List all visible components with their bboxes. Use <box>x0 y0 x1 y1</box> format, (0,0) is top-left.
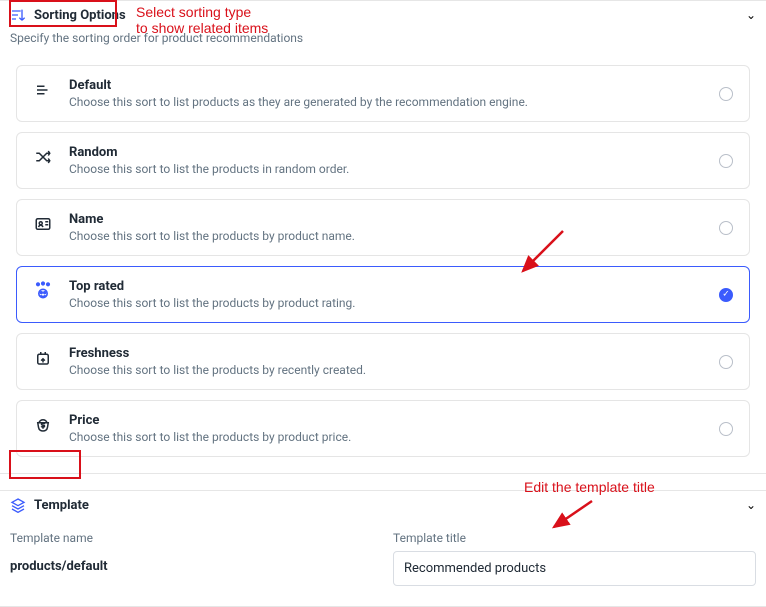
radio-unchecked-icon <box>719 154 733 168</box>
sort-option-default[interactable]: Default Choose this sort to list product… <box>16 65 750 122</box>
shuffle-icon <box>33 147 53 167</box>
freshness-icon <box>33 348 53 368</box>
chevron-down-icon: ⌄ <box>746 8 756 22</box>
sort-option-name[interactable]: Name Choose this sort to list the produc… <box>16 199 750 256</box>
option-desc: Choose this sort to list the products by… <box>69 430 351 444</box>
sort-option-price[interactable]: Price Choose this sort to list the produ… <box>16 400 750 457</box>
sorting-options-header[interactable]: Sorting Options ⌄ <box>0 1 766 29</box>
template-name-field: Template name products/default <box>10 531 373 586</box>
option-title: Name <box>69 212 355 227</box>
name-card-icon <box>33 214 53 234</box>
sorting-options-title: Sorting Options <box>34 8 126 23</box>
sort-option-freshness[interactable]: Freshness Choose this sort to list the p… <box>16 333 750 390</box>
template-header[interactable]: Template ⌄ <box>0 491 766 519</box>
option-desc: Choose this sort to list the products by… <box>69 296 355 310</box>
radio-unchecked-icon <box>719 221 733 235</box>
default-sort-icon <box>33 80 53 100</box>
option-title: Random <box>69 145 349 160</box>
option-desc: Choose this sort to list the products by… <box>69 363 366 377</box>
radio-unchecked-icon <box>719 422 733 436</box>
sorting-options-description: Specify the sorting order for product re… <box>0 29 766 55</box>
option-desc: Choose this sort to list the products by… <box>69 229 355 243</box>
radio-unchecked-icon <box>719 87 733 101</box>
chevron-down-icon: ⌄ <box>746 498 756 512</box>
option-desc: Choose this sort to list the products in… <box>69 162 349 176</box>
sort-option-top-rated[interactable]: Top rated Choose this sort to list the p… <box>16 266 750 323</box>
template-panel: Template ⌄ Template name products/defaul… <box>0 490 766 607</box>
sort-option-random[interactable]: Random Choose this sort to list the prod… <box>16 132 750 189</box>
template-title: Template <box>34 498 89 513</box>
template-title-input[interactable] <box>393 551 756 586</box>
option-title: Default <box>69 78 528 93</box>
option-title: Price <box>69 413 351 428</box>
sorting-options-panel: Sorting Options ⌄ Specify the sorting or… <box>0 0 766 474</box>
option-title: Freshness <box>69 346 366 361</box>
option-desc: Choose this sort to list products as the… <box>69 95 528 109</box>
radio-checked-icon <box>719 288 733 302</box>
template-title-label: Template title <box>393 531 756 545</box>
radio-unchecked-icon <box>719 355 733 369</box>
template-title-field: Template title <box>393 531 756 586</box>
sort-icon <box>10 7 26 23</box>
top-rated-icon <box>33 281 53 301</box>
option-title: Top rated <box>69 279 355 294</box>
layers-icon <box>10 497 26 513</box>
price-icon <box>33 415 53 435</box>
template-name-value: products/default <box>10 551 373 582</box>
template-name-label: Template name <box>10 531 373 545</box>
